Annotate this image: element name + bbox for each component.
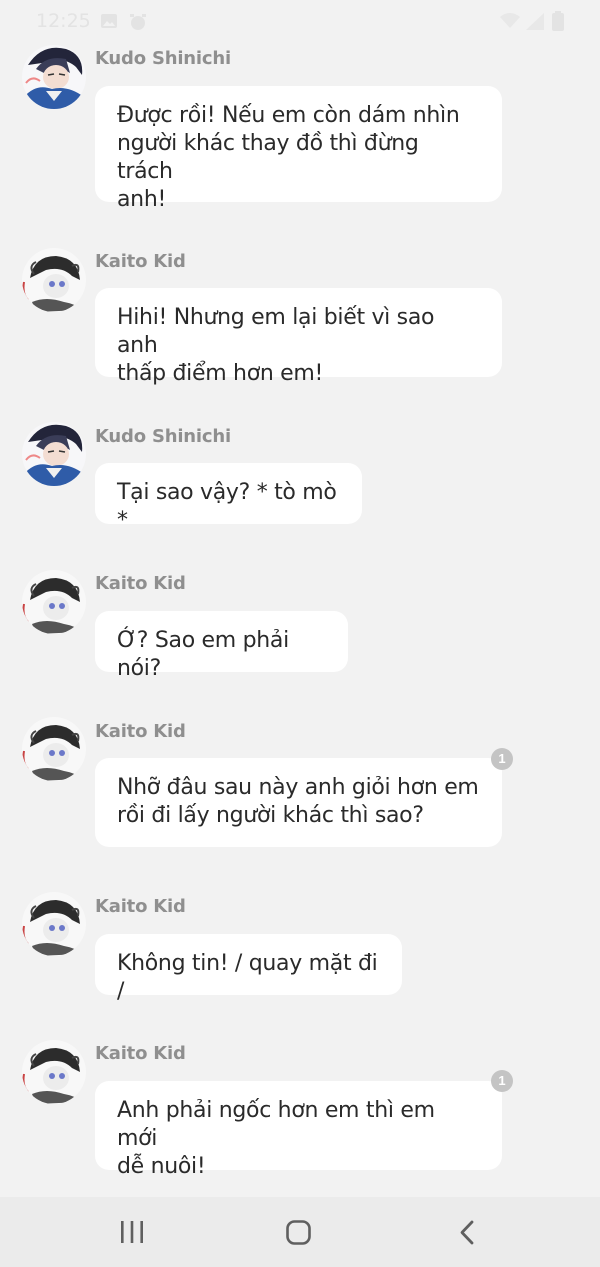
- sender-name: Kaito Kid: [95, 721, 186, 742]
- sender-name: Kaito Kid: [95, 1043, 186, 1064]
- unread-count-badge: 1: [491, 1070, 513, 1092]
- message-bubble[interactable]: Được rồi! Nếu em còn dám nhìn người khác…: [95, 86, 502, 212]
- avatar[interactable]: [22, 570, 86, 634]
- message-bubble[interactable]: Nhỡ đâu sau này anh giỏi hơn em rồi đi l…: [95, 758, 502, 847]
- message-bubble[interactable]: Hihi! Nhưng em lại biết vì sao anh thấp …: [95, 288, 502, 386]
- home-icon: [286, 1220, 311, 1250]
- message-bubble[interactable]: Không tin! / quay mặt đi /: [95, 934, 402, 1004]
- avatar[interactable]: [22, 717, 86, 781]
- message-bubble[interactable]: Ớ? Sao em phải nói?: [95, 611, 348, 681]
- back-button[interactable]: [426, 1197, 506, 1267]
- sender-name: Kudo Shinichi: [95, 426, 231, 447]
- avatar[interactable]: [22, 248, 86, 312]
- message-text: Tại sao vậy? * tò mò *: [117, 480, 344, 533]
- recent-apps-button[interactable]: [91, 1197, 171, 1267]
- avatar[interactable]: [22, 892, 86, 956]
- chat-list[interactable]: Kudo Shinichi Được rồi! Nếu em còn dám n…: [0, 0, 600, 1197]
- message-text: Anh phải ngốc hơn em thì em mới dễ nuôi!: [117, 1098, 435, 1179]
- message-text: Ớ? Sao em phải nói?: [117, 628, 296, 681]
- sender-name: Kaito Kid: [95, 251, 186, 272]
- message-bubble[interactable]: Anh phải ngốc hơn em thì em mới dễ nuôi!: [95, 1081, 502, 1179]
- avatar[interactable]: [22, 422, 86, 486]
- unread-count-badge: 1: [491, 748, 513, 770]
- message-bubble[interactable]: Tại sao vậy? * tò mò *: [95, 463, 362, 533]
- back-icon: [459, 1220, 475, 1250]
- sender-name: Kaito Kid: [95, 573, 186, 594]
- message-text: Nhỡ đâu sau này anh giỏi hơn em rồi đi l…: [117, 775, 479, 828]
- avatar[interactable]: [22, 1040, 86, 1104]
- avatar[interactable]: [22, 45, 86, 109]
- sender-name: Kudo Shinichi: [95, 48, 231, 69]
- home-button[interactable]: [258, 1197, 338, 1267]
- sender-name: Kaito Kid: [95, 896, 186, 917]
- message-text: Được rồi! Nếu em còn dám nhìn người khác…: [117, 103, 460, 212]
- recent-apps-icon: [120, 1221, 144, 1248]
- navigation-bar: [0, 1197, 600, 1267]
- message-text: Không tin! / quay mặt đi /: [117, 951, 385, 1004]
- message-text: Hihi! Nhưng em lại biết vì sao anh thấp …: [117, 305, 435, 386]
